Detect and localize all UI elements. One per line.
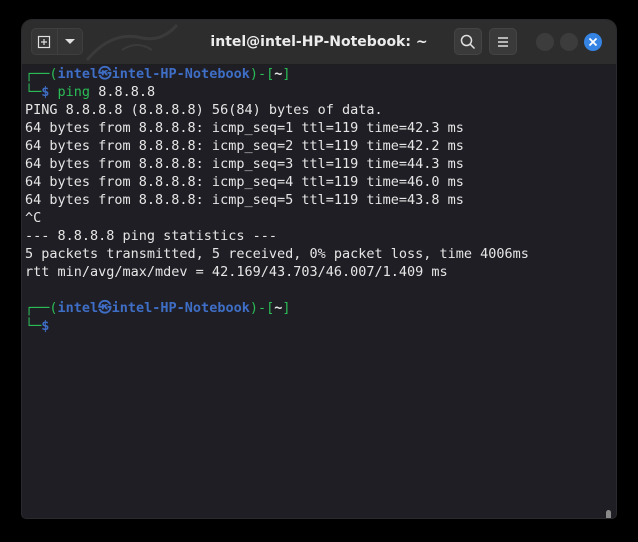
prompt-command-line: └─$ ping 8.8.8.8 — [25, 83, 605, 101]
output-line: 5 packets transmitted, 5 received, 0% pa… — [25, 246, 529, 262]
prompt-command-line[interactable]: └─$ — [25, 317, 605, 335]
search-button[interactable] — [454, 28, 482, 55]
menu-button[interactable] — [489, 28, 517, 55]
tab-dropdown-button[interactable] — [58, 29, 83, 54]
prompt-close-paren: )-[ — [249, 66, 275, 82]
search-icon — [460, 34, 476, 49]
close-button[interactable] — [584, 33, 602, 51]
new-tab-icon — [38, 35, 51, 48]
output-line: 64 bytes from 8.8.8.8: icmp_seq=1 ttl=11… — [25, 120, 464, 136]
output-line: ^C — [25, 210, 42, 226]
prompt-dollar: $ — [41, 318, 50, 334]
output-line: 64 bytes from 8.8.8.8: icmp_seq=2 ttl=11… — [25, 138, 464, 154]
terminal-output: ┌──(intel㉿intel-HP-Notebook)-[~] └─$ pin… — [25, 65, 605, 335]
new-tab-group — [31, 28, 83, 55]
minimize-button[interactable] — [536, 33, 554, 51]
dragon-watermark-icon — [85, 23, 179, 61]
output-line: 64 bytes from 8.8.8.8: icmp_seq=3 ttl=11… — [25, 156, 464, 172]
terminal-area[interactable]: ┌──(intel㉿intel-HP-Notebook)-[~] └─$ pin… — [22, 65, 616, 518]
prompt-corner-bottom: └─ — [25, 84, 42, 100]
titlebar[interactable]: intel@intel-HP-Notebook: ~ — [22, 20, 616, 65]
prompt-user: intel — [57, 300, 99, 316]
prompt-user: intel — [57, 66, 99, 82]
prompt-header: ┌──(intel㉿intel-HP-Notebook)-[~] — [25, 65, 605, 83]
terminal-window: intel@intel-HP-Notebook: ~ ┌──(intel㉿int… — [22, 20, 616, 518]
command-name: ping — [57, 84, 91, 100]
prompt-header: ┌──(intel㉿intel-HP-Notebook)-[~] — [25, 299, 605, 317]
hamburger-menu-icon — [498, 36, 508, 47]
new-tab-button[interactable] — [32, 29, 58, 54]
prompt-at-symbol: ㉿ — [98, 66, 112, 82]
output-line: rtt min/avg/max/mdev = 42.169/43.703/46.… — [25, 264, 448, 280]
output-line: PING 8.8.8.8 (8.8.8.8) 56(84) bytes of d… — [25, 102, 383, 118]
prompt-host: intel-HP-Notebook — [111, 66, 250, 82]
prompt-dollar: $ — [41, 84, 50, 100]
chevron-down-icon — [64, 38, 75, 44]
output-line: 64 bytes from 8.8.8.8: icmp_seq=4 ttl=11… — [25, 174, 464, 190]
prompt-close-bracket: ] — [282, 66, 291, 82]
prompt-corner-bottom: └─ — [25, 318, 42, 334]
close-icon — [588, 37, 598, 47]
prompt-close-paren: )-[ — [249, 300, 275, 316]
scrollbar-thumb[interactable] — [606, 510, 611, 518]
maximize-button[interactable] — [560, 33, 578, 51]
command-arg: 8.8.8.8 — [98, 84, 156, 100]
output-line: 64 bytes from 8.8.8.8: icmp_seq=5 ttl=11… — [25, 192, 464, 208]
prompt-host: intel-HP-Notebook — [111, 300, 250, 316]
prompt-at-symbol: ㉿ — [98, 300, 112, 316]
prompt-corner-top: ┌──( — [25, 66, 58, 82]
window-title: intel@intel-HP-Notebook: ~ — [210, 34, 428, 50]
output-line: --- 8.8.8.8 ping statistics --- — [25, 228, 277, 244]
prompt-corner-top: ┌──( — [25, 300, 58, 316]
prompt-close-bracket: ] — [282, 300, 291, 316]
